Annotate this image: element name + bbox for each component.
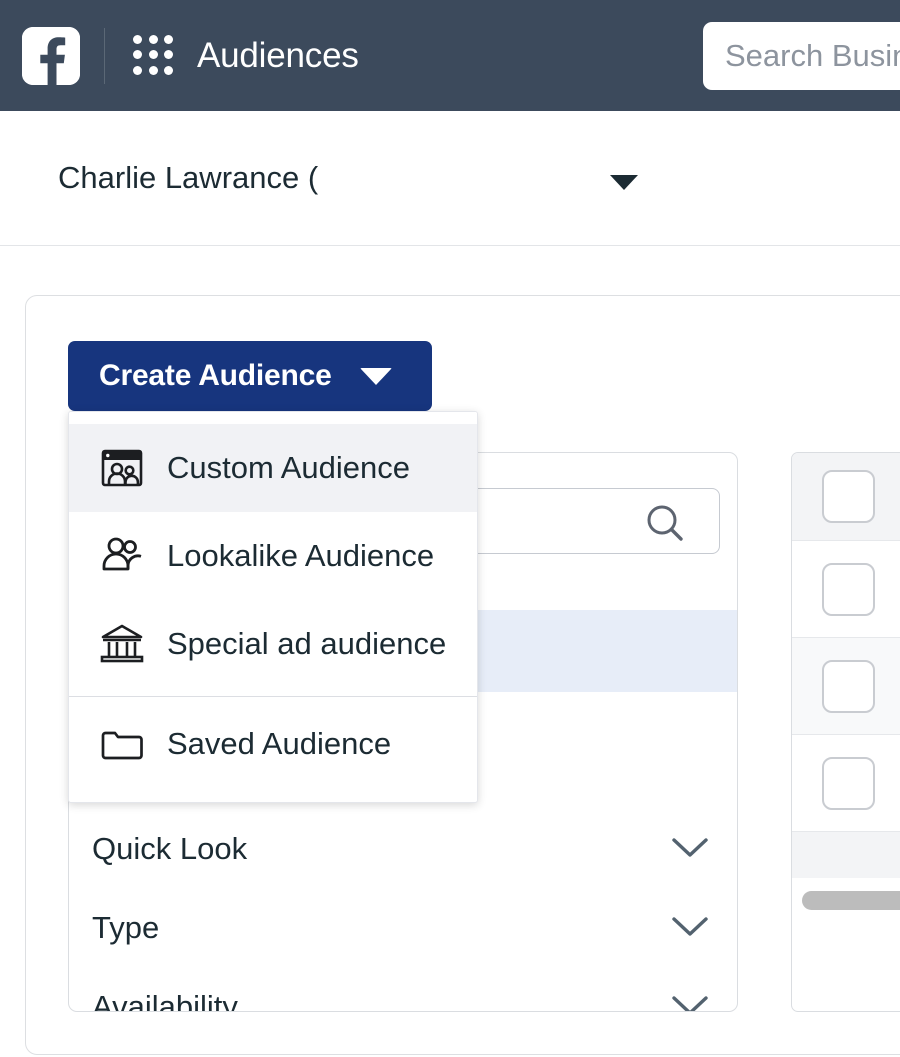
create-audience-label: Create Audience	[99, 359, 332, 392]
checkbox-unchecked-icon[interactable]	[822, 470, 875, 523]
special-ad-audience-icon	[99, 621, 145, 667]
menu-item-label: Special ad audience	[167, 626, 447, 661]
checkbox-unchecked-icon[interactable]	[822, 659, 875, 713]
horizontal-scrollbar[interactable]	[792, 878, 900, 922]
lookalike-audience-icon	[99, 533, 145, 579]
horizontal-scrollbar-thumb[interactable]	[802, 890, 900, 910]
menu-item-special-ad-audience[interactable]: Special ad audience	[69, 600, 477, 688]
menu-item-label: Custom Audience	[167, 450, 410, 485]
page-title: Audiences	[197, 35, 359, 75]
account-selector-row[interactable]: Charlie Lawrance (	[0, 111, 900, 246]
search-business-manager-field[interactable]: Search Busin	[703, 22, 900, 90]
menu-top-padding	[69, 412, 477, 424]
menu-item-lookalike-audience[interactable]: Lookalike Audience	[69, 512, 477, 600]
table-header-row[interactable]	[792, 453, 900, 541]
chevron-down-icon	[668, 990, 712, 1011]
account-name-label: Charlie Lawrance (	[58, 160, 319, 195]
chevron-down-icon	[668, 911, 712, 946]
table-row[interactable]	[792, 735, 900, 832]
audiences-table	[791, 452, 900, 1012]
menu-item-label: Lookalike Audience	[167, 538, 435, 573]
custom-audience-icon	[99, 445, 145, 491]
menu-item-custom-audience[interactable]: Custom Audience	[69, 424, 477, 512]
filter-label: Type	[92, 910, 160, 945]
search-input-text: Search Busin	[725, 38, 900, 73]
filter-quick-look[interactable]: Quick Look	[92, 811, 718, 887]
caret-down-icon	[359, 367, 392, 385]
table-row[interactable]	[792, 541, 900, 638]
table-footer	[792, 832, 900, 878]
saved-audience-folder-icon	[99, 721, 145, 767]
checkbox-unchecked-icon[interactable]	[822, 756, 875, 810]
filter-type[interactable]: Type	[92, 890, 718, 966]
top-navigation-bar: Audiences Search Busin	[0, 0, 900, 111]
nav-divider	[104, 27, 105, 84]
create-audience-button[interactable]: Create Audience	[68, 341, 432, 411]
menu-item-saved-audience[interactable]: Saved Audience	[69, 697, 477, 791]
search-icon	[643, 503, 691, 548]
facebook-logo-icon[interactable]	[22, 26, 80, 85]
filter-label: Quick Look	[92, 831, 248, 866]
checkbox-unchecked-icon[interactable]	[822, 562, 875, 616]
table-row[interactable]	[792, 638, 900, 735]
app-grid-icon[interactable]	[133, 34, 175, 77]
create-audience-menu: Custom Audience Lookalike Audience Speci…	[68, 411, 478, 803]
menu-item-label: Saved Audience	[167, 726, 392, 761]
chevron-down-icon	[668, 832, 712, 867]
filter-availability[interactable]: Availability	[92, 969, 718, 1012]
caret-down-icon[interactable]	[610, 175, 638, 190]
filter-label: Availability	[92, 989, 238, 1012]
